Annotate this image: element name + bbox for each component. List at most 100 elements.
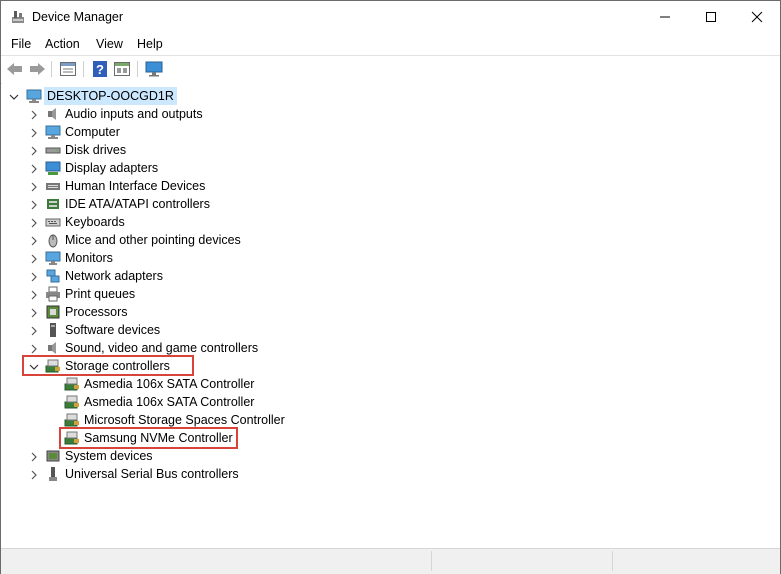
- computer-icon: [45, 124, 61, 140]
- svg-text:?: ?: [96, 62, 104, 77]
- computer-icon: [26, 88, 42, 104]
- tree-item-label: Disk drives: [65, 143, 127, 157]
- tree-item-label: Processors: [65, 305, 128, 319]
- tree-category[interactable]: System devices: [2, 447, 780, 465]
- chevron-right-icon[interactable]: [29, 307, 39, 318]
- storage-controller-icon: [64, 412, 80, 428]
- tree-item-label: Software devices: [65, 323, 161, 337]
- show-hidden-icon[interactable]: [112, 60, 132, 78]
- toolbar-separator: [137, 61, 138, 77]
- tree-category[interactable]: Audio inputs and outputs: [2, 105, 780, 123]
- tree-category[interactable]: Mice and other pointing devices: [2, 231, 780, 249]
- tree-category[interactable]: Software devices: [2, 321, 780, 339]
- tree-item-label: Monitors: [65, 251, 113, 265]
- menu-view[interactable]: View: [96, 37, 123, 51]
- tree-root-label: DESKTOP-OOCGD1R: [44, 87, 177, 105]
- tree-category[interactable]: Processors: [2, 303, 780, 321]
- system-device-icon: [45, 448, 61, 464]
- chevron-right-icon[interactable]: [29, 217, 39, 228]
- menu-bar: File Action View Help: [1, 33, 780, 55]
- tree-item-label: Human Interface Devices: [65, 179, 206, 193]
- tree-root[interactable]: DESKTOP-OOCGD1R: [2, 87, 780, 105]
- tree-category[interactable]: Monitors: [2, 249, 780, 267]
- disk-drive-icon: [45, 142, 61, 158]
- tree-device[interactable]: Asmedia 106x SATA Controller: [2, 393, 780, 411]
- tree-item-label: Universal Serial Bus controllers: [65, 467, 239, 481]
- tree-item-label: IDE ATA/ATAPI controllers: [65, 197, 210, 211]
- chevron-right-icon[interactable]: [29, 469, 39, 480]
- highlight-box-storage-controllers: [22, 355, 194, 376]
- chevron-right-icon[interactable]: [29, 199, 39, 210]
- highlight-box-samsung-nvme: [59, 427, 238, 449]
- menu-file[interactable]: File: [11, 37, 31, 51]
- software-device-icon: [45, 322, 61, 338]
- window-title: Device Manager: [32, 10, 124, 24]
- chevron-right-icon[interactable]: [29, 163, 39, 174]
- chevron-right-icon[interactable]: [29, 145, 39, 156]
- chevron-right-icon[interactable]: [29, 109, 39, 120]
- status-cell: [432, 551, 613, 571]
- toolbar: ?: [1, 55, 780, 84]
- toolbar-separator: [83, 61, 84, 77]
- ide-controller-icon: [45, 196, 61, 212]
- close-button[interactable]: [734, 1, 780, 33]
- chevron-down-icon[interactable]: [9, 91, 19, 101]
- tree-item-label: System devices: [65, 449, 153, 463]
- monitor-icon: [45, 250, 61, 266]
- menu-action[interactable]: Action: [45, 37, 80, 51]
- tree-category[interactable]: Display adapters: [2, 159, 780, 177]
- menu-help[interactable]: Help: [137, 37, 163, 51]
- storage-controller-icon: [64, 394, 80, 410]
- keyboard-icon: [45, 214, 61, 230]
- usb-icon: [45, 466, 61, 482]
- device-manager-icon: [10, 9, 26, 25]
- title-bar[interactable]: Device Manager: [1, 1, 780, 33]
- chevron-right-icon[interactable]: [29, 271, 39, 282]
- chevron-right-icon[interactable]: [29, 181, 39, 192]
- minimize-button[interactable]: [642, 1, 688, 33]
- tree-category[interactable]: Computer: [2, 123, 780, 141]
- printer-icon: [45, 286, 61, 302]
- hid-icon: [45, 178, 61, 194]
- tree-item-label: Asmedia 106x SATA Controller: [84, 395, 255, 409]
- device-tree[interactable]: DESKTOP-OOCGD1R Audio inputs and outputs…: [2, 83, 780, 547]
- chevron-right-icon[interactable]: [29, 451, 39, 462]
- help-icon[interactable]: ?: [90, 60, 110, 78]
- chevron-right-icon[interactable]: [29, 289, 39, 300]
- chevron-right-icon[interactable]: [29, 325, 39, 336]
- mouse-icon: [45, 232, 61, 248]
- tree-category[interactable]: IDE ATA/ATAPI controllers: [2, 195, 780, 213]
- monitor-scan-icon[interactable]: [144, 60, 164, 78]
- tree-category[interactable]: Network adapters: [2, 267, 780, 285]
- tree-category[interactable]: Keyboards: [2, 213, 780, 231]
- forward-icon[interactable]: [27, 60, 47, 78]
- tree-category[interactable]: Print queues: [2, 285, 780, 303]
- tree-category[interactable]: Universal Serial Bus controllers: [2, 465, 780, 483]
- tree-item-label: Computer: [65, 125, 120, 139]
- speaker-icon: [45, 106, 61, 122]
- chevron-right-icon[interactable]: [29, 253, 39, 264]
- device-manager-window: Device Manager File Action View Help ? D…: [0, 0, 781, 574]
- chevron-right-icon[interactable]: [29, 127, 39, 138]
- tree-category[interactable]: Disk drives: [2, 141, 780, 159]
- tree-item-label: Asmedia 106x SATA Controller: [84, 377, 255, 391]
- tree-item-label: Network adapters: [65, 269, 163, 283]
- chevron-right-icon[interactable]: [29, 235, 39, 246]
- storage-controller-icon: [64, 376, 80, 392]
- processor-icon: [45, 304, 61, 320]
- tree-item-label: Keyboards: [65, 215, 125, 229]
- sound-icon: [45, 340, 61, 356]
- back-icon[interactable]: [5, 60, 25, 78]
- status-bar: [1, 548, 780, 574]
- properties-icon[interactable]: [58, 60, 78, 78]
- display-adapter-icon: [45, 160, 61, 176]
- tree-device[interactable]: Asmedia 106x SATA Controller: [2, 375, 780, 393]
- tree-item-label: Print queues: [65, 287, 136, 301]
- chevron-right-icon[interactable]: [29, 343, 39, 354]
- maximize-button[interactable]: [688, 1, 734, 33]
- tree-item-label: Mice and other pointing devices: [65, 233, 241, 247]
- network-adapter-icon: [45, 268, 61, 284]
- tree-category[interactable]: Human Interface Devices: [2, 177, 780, 195]
- status-cell: [1, 551, 432, 571]
- tree-item-label: Display adapters: [65, 161, 159, 175]
